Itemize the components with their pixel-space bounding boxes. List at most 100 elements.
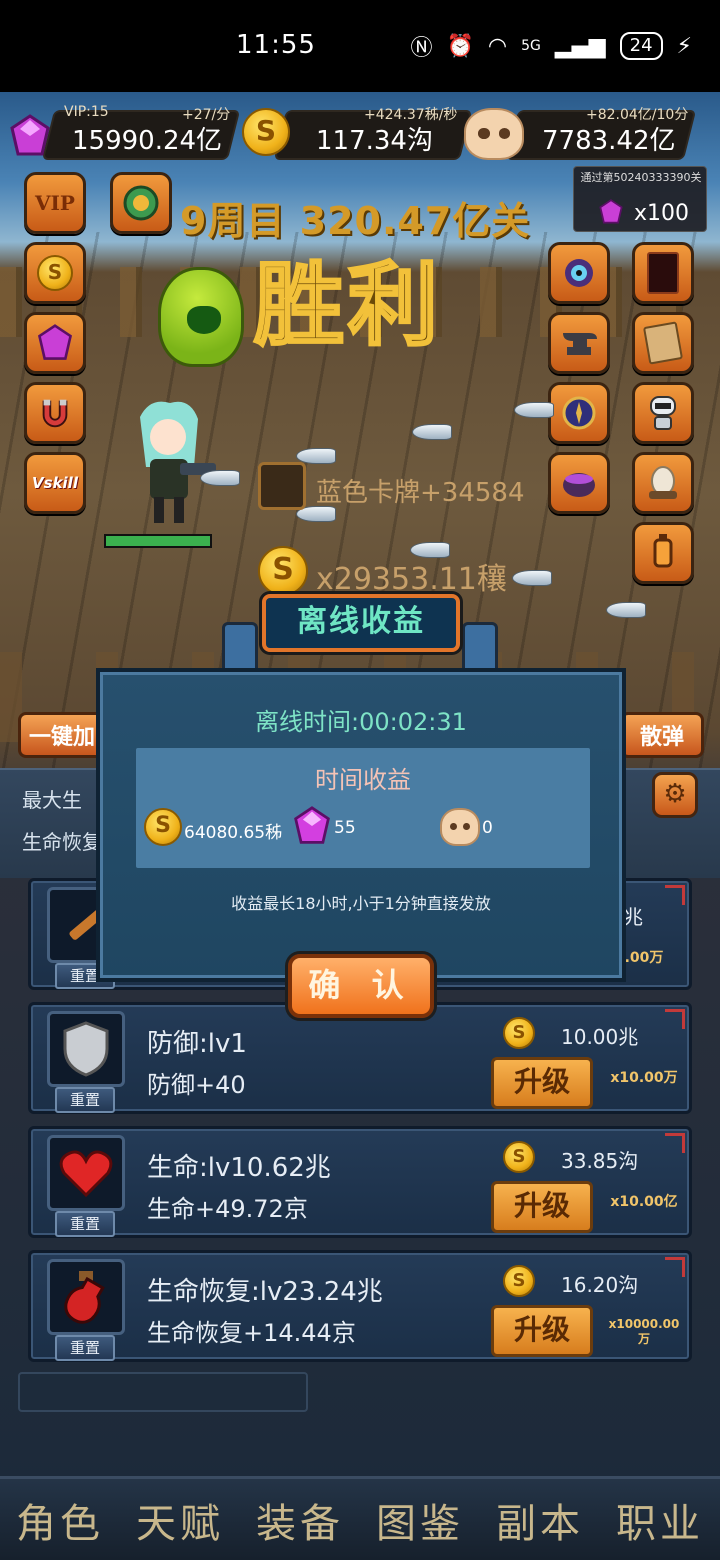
modal-title: 离线收益 (262, 594, 460, 652)
eye-monster-icon (565, 259, 593, 287)
reward-panel: 时间收益 S 64080.65秭 55 0 (136, 748, 590, 868)
pass-reward-text: 通过第50240333390关 (580, 171, 702, 184)
confirm-button[interactable]: 确 认 (288, 954, 434, 1018)
coin-reward: 64080.65秭 (184, 823, 283, 843)
reset-button[interactable]: 重置 (55, 1087, 115, 1113)
cauldron-icon (563, 473, 595, 497)
skull-counter: +82.04亿/10分 7783.42亿 (464, 107, 714, 160)
upgrade-button[interactable]: 升级 (491, 1305, 593, 1357)
modal-pipe-right (462, 622, 498, 672)
status-bar: 11:55 Ⓝ ⏰ ◠ 5G ▂▄▆ 24 ⚡ (0, 0, 720, 92)
coin-drop-text: x29353.11穰 (316, 562, 507, 597)
tab-codex[interactable]: 图鉴 (376, 1491, 464, 1549)
anvil-button[interactable] (548, 312, 610, 374)
upgrade-button[interactable]: 升级 (491, 1181, 593, 1233)
upgrade-multiplier: x10.00万 (610, 1070, 678, 1086)
signal-label: 5G (521, 38, 541, 54)
upgrade-effect: 生命+49.72京 (147, 1195, 308, 1223)
gem-value: 15990.24亿 (72, 126, 223, 156)
medal-button[interactable] (110, 172, 172, 234)
wifi-icon: ◠ (487, 33, 508, 59)
reset-button[interactable]: 重置 (55, 1211, 115, 1237)
egg-icon (649, 466, 677, 499)
row-corner (665, 1133, 685, 1153)
tab-equipment[interactable]: 装备 (256, 1491, 344, 1549)
vip-level: VIP:15 (64, 104, 109, 120)
player-hp-fill (106, 536, 210, 546)
gem-shop-button[interactable] (24, 312, 86, 374)
alarm-icon: ⏰ (446, 33, 474, 59)
card-button[interactable] (632, 242, 694, 304)
green-slime-enemy (158, 267, 244, 367)
tab-dungeon[interactable]: 副本 (496, 1491, 584, 1549)
gem-icon (10, 114, 50, 156)
lantern-icon (653, 534, 673, 568)
dark-card-icon (647, 252, 679, 294)
magnet-button[interactable] (24, 382, 86, 444)
coin-icon: S (503, 1017, 535, 1049)
potion-icon (47, 1259, 125, 1335)
reset-button[interactable]: 重置 (55, 1335, 115, 1361)
heart-icon (47, 1135, 125, 1211)
robot-icon (650, 396, 676, 430)
gem-reward: 55 (334, 818, 356, 838)
upgrade-cost: 16.20沟 (561, 1273, 639, 1297)
coin-icon: S (503, 1141, 535, 1173)
vip-button[interactable]: VIP (24, 172, 86, 234)
gem-icon (294, 806, 330, 844)
vip-label: VIP (35, 191, 75, 215)
cards-button[interactable] (632, 312, 694, 374)
clock: 11:55 (236, 30, 316, 60)
upgrade-row-hp-regen: 重置 生命恢复:lv23.24兆 生命恢复+14.44京 S 16.20沟 升级… (28, 1250, 692, 1362)
shield-icon (47, 1011, 125, 1087)
tab-talent[interactable]: 天赋 (136, 1491, 224, 1549)
skull-icon (440, 808, 480, 846)
upgrade-button[interactable]: 升级 (491, 1057, 593, 1109)
projectile (512, 570, 552, 586)
upgrade-multiplier: x10.00亿 (610, 1194, 678, 1210)
projectile (514, 402, 554, 418)
medal-icon (119, 181, 163, 225)
charging-icon: ⚡ (676, 33, 692, 59)
upgrade-row-hp: 重置 生命:lv10.62兆 生命+49.72京 S 33.85沟 升级 x10… (28, 1126, 692, 1238)
nfc-icon: Ⓝ (410, 36, 433, 61)
settings-gear-icon[interactable]: ⚙ (652, 772, 698, 818)
coin-shop-button[interactable]: S (24, 242, 86, 304)
upgrade-cost: 兆 (623, 905, 643, 929)
upgrade-effect: 防御+40 (147, 1071, 246, 1099)
pass-reward-box: 通过第50240333390关 x100 (573, 166, 707, 232)
upgrade-effect: 生命恢复+14.44京 (147, 1319, 356, 1347)
coin-shop-icon: S (37, 255, 73, 291)
card-drop-text: 蓝色卡牌+34584 (316, 478, 525, 508)
row-corner (665, 1009, 685, 1029)
slime-mouth (187, 306, 221, 334)
modal-pipe-left (222, 622, 258, 672)
reward-section-title: 时间收益 (315, 766, 411, 794)
projectile (606, 602, 646, 618)
coin-icon: S (242, 108, 290, 156)
cauldron-button[interactable] (548, 452, 610, 514)
battery-indicator: 24 (619, 32, 663, 60)
compass-button[interactable] (548, 382, 610, 444)
vskill-button[interactable]: Vskill (24, 452, 86, 514)
upgrade-row-defense: 重置 防御:lv1 防御+40 S 10.00兆 升级 x10.00万 (28, 1002, 692, 1114)
scatter-shot-button[interactable]: 散弹 (620, 712, 704, 758)
eye-monster-button[interactable] (548, 242, 610, 304)
tab-character[interactable]: 角色 (16, 1491, 104, 1549)
signal-icon: ▂▄▆ (554, 33, 606, 59)
row-corner (665, 885, 685, 905)
robot-button[interactable] (632, 382, 694, 444)
coin-icon: S (503, 1265, 535, 1297)
victory-banner: 胜利 (253, 252, 442, 360)
upgrade-name: 生命恢复:lv23.24兆 (147, 1277, 383, 1307)
lantern-button[interactable] (632, 522, 694, 584)
egg-button[interactable] (632, 452, 694, 514)
tab-class[interactable]: 职业 (616, 1491, 704, 1549)
upgrade-multiplier: x10000.00万 (608, 1317, 680, 1346)
coin-drop-icon: S (258, 546, 308, 596)
coin-value: 117.34沟 (316, 126, 433, 156)
offline-time: 离线时间:00:02:31 (255, 708, 467, 736)
card-drop-icon (258, 462, 306, 510)
gem-counter: VIP:15 +27/分 15990.24亿 (0, 104, 241, 160)
max-hp-label: 最大生 (22, 788, 82, 812)
